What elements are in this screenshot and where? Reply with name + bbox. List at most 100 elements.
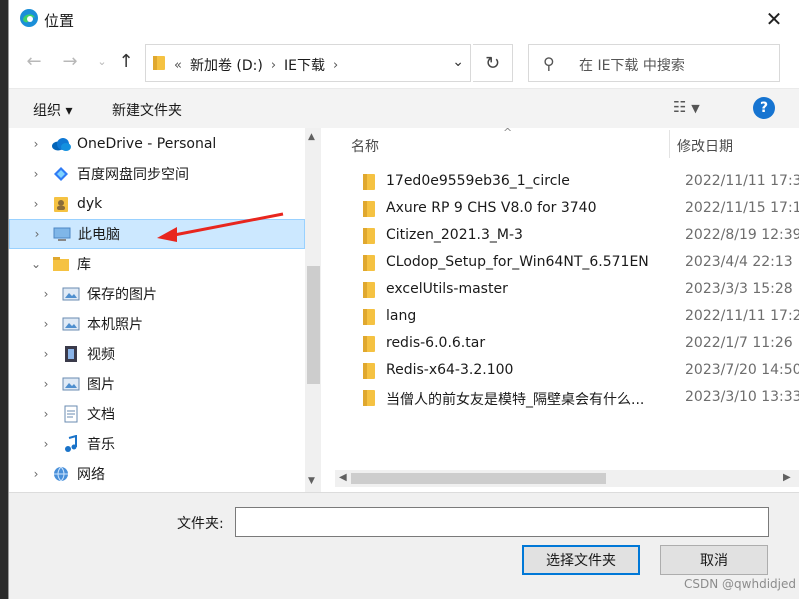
file-row[interactable]: CLodop_Setup_for_Win64NT_6.571EN 2023/4/4… [327,250,799,277]
forward-button[interactable]: → [59,50,81,72]
folder-name-input[interactable] [235,507,769,537]
scroll-right-arrow-icon[interactable]: ▶ [783,472,791,483]
file-row[interactable]: excelUtils-master 2023/3/3 15:28 [327,277,799,304]
file-list-horizontal-scrollbar[interactable]: ◀ ▶ [335,470,799,487]
folder-icon [363,201,375,217]
chevron-right-icon[interactable]: › [29,467,43,481]
file-row[interactable]: Redis-x64-3.2.100 2023/7/20 14:50 [327,358,799,385]
tree-item-7[interactable]: › 本机照片 [9,309,305,339]
close-icon: ✕ [765,7,783,31]
baidu-netdisk-icon [51,165,71,183]
back-button[interactable]: ← [23,50,45,72]
edge-browser-icon [20,9,38,27]
tree-item-label: 此电脑 [78,227,120,243]
column-modified-header[interactable]: 修改日期 [677,136,733,156]
chevron-right-icon[interactable]: › [30,227,44,241]
tree-item-12[interactable]: › 网络 [9,459,305,489]
address-bar[interactable]: « 新加卷 (D:) › IE下载 › ⌄ [145,44,471,82]
select-folder-button[interactable]: 选择文件夹 [522,545,640,575]
cloud-icon [51,135,71,153]
music-icon [61,435,81,453]
breadcrumb-separator-icon[interactable]: › [271,58,276,73]
title-bar: 位置 ✕ [9,0,799,38]
arrow-up-icon: ↑ [118,50,134,72]
chevron-right-icon[interactable]: › [39,317,53,331]
chevron-right-icon[interactable]: › [39,407,53,421]
chevron-right-icon[interactable]: › [29,167,43,181]
tree-item-label: 图片 [87,377,115,393]
file-name: Redis-x64-3.2.100 [386,362,514,378]
chevron-right-icon[interactable]: › [39,437,53,451]
tree-item-6[interactable]: › 保存的图片 [9,279,305,309]
scroll-up-arrow-icon[interactable]: ▲ [308,132,315,142]
scroll-left-arrow-icon[interactable]: ◀ [339,472,347,483]
pictures-icon [61,285,81,303]
file-name: 当僧人的前女友是模特_隔壁桌会有什么... [386,392,645,408]
scrollbar-thumb[interactable] [351,473,606,484]
file-row[interactable]: 当僧人的前女友是模特_隔壁桌会有什么... 2023/3/10 13:33 [327,385,799,412]
tree-item-2[interactable]: › 百度网盘同步空间 [9,159,305,189]
tree-item-9[interactable]: › 图片 [9,369,305,399]
tree-item-3[interactable]: › dyk [9,189,305,219]
folder-icon [363,282,375,298]
breadcrumb-drive[interactable]: 新加卷 (D:) [190,55,263,75]
tree-item-label: 网络 [77,467,105,483]
chevron-right-icon[interactable]: › [39,287,53,301]
organize-button[interactable]: 组织 ▾ [33,100,72,120]
tree-item-label: 音乐 [87,437,115,453]
file-modified-date: 2023/7/20 14:50 [685,362,799,378]
file-modified-date: 2022/8/19 12:39 [685,227,799,243]
file-name: lang [386,308,417,324]
chevron-right-icon[interactable]: › [29,197,43,211]
scroll-down-arrow-icon[interactable]: ▼ [308,476,315,486]
file-row[interactable]: lang 2022/11/11 17:2 [327,304,799,331]
file-row[interactable]: Axure RP 9 CHS V8.0 for 3740 2022/11/15 1… [327,196,799,223]
up-button[interactable]: ↑ [115,50,137,72]
column-name-header[interactable]: 名称 [351,136,379,156]
refresh-button[interactable]: ↻ [473,44,513,82]
new-folder-button[interactable]: 新建文件夹 [112,100,182,120]
address-dropdown-icon[interactable]: ⌄ [452,54,464,70]
file-row[interactable]: redis-6.0.6.tar 2022/1/7 11:26 [327,331,799,358]
tree-item-11[interactable]: › 音乐 [9,429,305,459]
view-options-button[interactable]: ☷ ▼ [673,98,700,116]
file-name: CLodop_Setup_for_Win64NT_6.571EN [386,254,649,270]
tree-item-4[interactable]: › 此电脑 [9,219,305,249]
file-row[interactable]: 17ed0e9559eb36_1_circle 2022/11/11 17:3 [327,169,799,196]
user-folder-icon [51,195,71,213]
documents-icon [61,405,81,423]
breadcrumb: « 新加卷 (D:) › IE下载 › [174,55,338,75]
column-divider[interactable] [669,130,670,158]
refresh-icon: ↻ [484,52,501,74]
details-view-icon: ☷ [673,98,687,116]
search-box[interactable]: ⚲ 在 IE下载 中搜索 [528,44,780,82]
tree-item-8[interactable]: › 视频 [9,339,305,369]
folder-icon [363,336,375,352]
file-row[interactable]: Citizen_2021.3_M-3 2022/8/19 12:39 [327,223,799,250]
tree-item-10[interactable]: › 文档 [9,399,305,429]
file-modified-date: 2022/11/11 17:3 [685,173,799,189]
breadcrumb-separator-icon[interactable]: › [333,58,338,73]
computer-icon [52,225,72,243]
command-bar: 组织 ▾ 新建文件夹 ☷ ▼ ? [9,88,799,128]
tree-item-5[interactable]: ⌄ 库 [9,249,305,279]
window-title: 位置 [44,12,75,30]
tree-item-1[interactable]: › OneDrive - Personal [9,129,305,159]
chevron-right-icon[interactable]: › [29,137,43,151]
file-modified-date: 2022/1/7 11:26 [685,335,793,351]
library-icon [51,255,71,273]
folder-picker-dialog: 位置 ✕ ← → ⌄ ↑ « 新加卷 (D:) › IE下载 › ⌄ ↻ ⚲ 在… [8,0,799,599]
breadcrumb-folder[interactable]: IE下载 [284,55,325,75]
chevron-right-icon[interactable]: › [39,377,53,391]
chevron-down-icon[interactable]: ⌄ [29,257,43,271]
scrollbar-thumb[interactable] [307,266,320,384]
folder-icon [363,174,375,190]
folder-icon [363,228,375,244]
close-button[interactable]: ✕ [756,4,792,34]
navigation-pane-scrollbar[interactable]: ▲ ▼ [305,128,321,492]
recent-locations-button[interactable]: ⌄ [91,50,113,72]
cancel-button[interactable]: 取消 [660,545,768,575]
chevron-right-icon[interactable]: › [39,347,53,361]
help-button[interactable]: ? [753,97,775,119]
breadcrumb-overflow[interactable]: « [174,58,182,73]
